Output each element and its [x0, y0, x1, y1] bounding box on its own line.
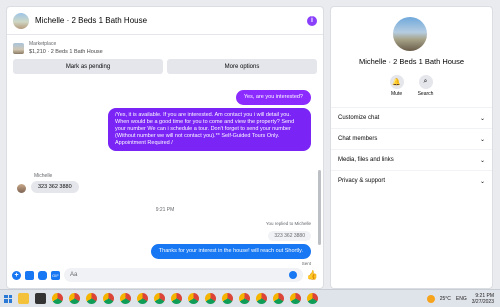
thumbs-up-icon[interactable]: 👍	[307, 270, 318, 281]
message-scrollbar[interactable]	[318, 170, 321, 245]
section-label: Customize chat	[338, 115, 380, 121]
message-input-placeholder: Aa	[70, 272, 78, 278]
weather-icon[interactable]	[426, 294, 435, 303]
chrome-icon[interactable]	[69, 293, 80, 304]
chevron-down-icon: ⌄	[479, 136, 485, 143]
mute-button[interactable]: 🔔 Mute	[389, 75, 404, 97]
plus-icon[interactable]: +	[12, 270, 21, 280]
search-label: Search	[417, 91, 434, 97]
chrome-icon[interactable]	[86, 293, 97, 304]
taskbar: 25°C ENG 9:21 PM 3/27/2023	[0, 289, 500, 307]
message-input[interactable]: Aa	[64, 268, 303, 282]
chrome-icon[interactable]	[307, 293, 318, 304]
sender-name: Michelle	[34, 173, 53, 179]
chrome-icon[interactable]	[222, 293, 233, 304]
incoming-message[interactable]: 323 362 3880	[31, 181, 79, 193]
chat-title[interactable]: Michelle · 2 Beds 1 Bath House	[35, 16, 307, 25]
sender-avatar[interactable]	[17, 184, 26, 193]
search-button[interactable]: ⌕ Search	[417, 75, 434, 97]
gif-icon[interactable]: GIF	[51, 270, 60, 280]
chat-panel: Michelle · 2 Beds 1 Bath House i Marketp…	[6, 6, 324, 289]
listing-source: Marketplace	[29, 41, 57, 47]
info-icon[interactable]: i	[307, 15, 317, 26]
chrome-icon[interactable]	[273, 293, 284, 304]
app-icon[interactable]	[35, 293, 46, 304]
listing-thumbnail	[13, 42, 24, 54]
chrome-icon[interactable]	[120, 293, 131, 304]
chrome-icon[interactable]	[188, 293, 199, 304]
mute-label: Mute	[391, 91, 403, 97]
temperature[interactable]: 25°C	[440, 296, 451, 302]
windows-start-icon[interactable]	[4, 294, 12, 303]
chevron-down-icon: ⌄	[479, 157, 485, 164]
section-privacy-support[interactable]: Privacy & support ⌄	[331, 170, 492, 191]
sticker-icon[interactable]	[38, 270, 47, 280]
reply-indicator: You replied to Michelle	[265, 221, 311, 226]
section-label: Privacy & support	[338, 178, 386, 184]
chevron-down-icon: ⌄	[479, 178, 485, 185]
contact-large-avatar[interactable]	[393, 17, 427, 51]
chat-header: Michelle · 2 Beds 1 Bath House i	[7, 7, 323, 35]
chrome-icon[interactable]	[290, 293, 301, 304]
message-composer: + GIF Aa 👍	[7, 262, 323, 288]
quick-actions: 🔔 Mute ⌕ Search	[331, 75, 492, 97]
listing-name: $1,210 · 2 Beds 1 Bath House	[29, 49, 103, 55]
image-icon[interactable]	[25, 270, 34, 280]
emoji-icon[interactable]	[288, 271, 297, 279]
chrome-icon[interactable]	[256, 293, 267, 304]
chevron-down-icon: ⌄	[479, 115, 485, 122]
message-timestamp: 9:21 PM	[155, 207, 175, 213]
outgoing-message[interactable]: /Yes, it is available. If you are intere…	[108, 108, 311, 151]
listing-actions: Mark as pending More options	[7, 57, 323, 76]
section-label: Media, files and links	[338, 157, 394, 163]
mark-as-pending-button[interactable]: Mark as pending	[13, 59, 163, 74]
contact-avatar[interactable]	[13, 12, 29, 29]
marketplace-listing[interactable]: Marketplace $1,210 · 2 Beds 1 Bath House	[7, 35, 323, 57]
info-sections: Customize chat ⌄ Chat members ⌄ Media, f…	[331, 107, 492, 191]
chrome-icon[interactable]	[137, 293, 148, 304]
clock-time: 9:21 PM	[475, 292, 494, 299]
system-tray: 25°C ENG 9:21 PM 3/27/2023	[426, 293, 500, 305]
more-options-button[interactable]: More options	[167, 59, 317, 74]
chrome-icon[interactable]	[205, 293, 216, 304]
file-explorer-icon[interactable]	[18, 293, 29, 304]
conversation-info-panel: Michelle · 2 Beds 1 Bath House 🔔 Mute ⌕ …	[330, 6, 493, 289]
chrome-icon[interactable]	[171, 293, 182, 304]
clock[interactable]: 9:21 PM 3/27/2023	[472, 293, 494, 305]
chrome-icon[interactable]	[103, 293, 114, 304]
section-media-files-links[interactable]: Media, files and links ⌄	[331, 149, 492, 170]
outgoing-message[interactable]: Thanks for your interest in the house! w…	[150, 244, 311, 259]
search-icon: ⌕	[418, 75, 433, 89]
contact-name: Michelle · 2 Beds 1 Bath House	[358, 57, 465, 66]
chrome-icon[interactable]	[154, 293, 165, 304]
message-list[interactable]: Yes, are you interested? /Yes, it is ava…	[7, 80, 323, 266]
language-indicator[interactable]: ENG	[456, 296, 467, 302]
section-chat-members[interactable]: Chat members ⌄	[331, 128, 492, 149]
section-label: Chat members	[338, 136, 378, 142]
clock-date: 3/27/2023	[471, 298, 494, 305]
quoted-message[interactable]: 323 362 3880	[268, 231, 311, 241]
section-customize-chat[interactable]: Customize chat ⌄	[331, 107, 492, 128]
chrome-icon[interactable]	[239, 293, 250, 304]
chrome-icon[interactable]	[52, 293, 63, 304]
bell-icon: 🔔	[389, 75, 404, 89]
outgoing-message[interactable]: Yes, are you interested?	[235, 90, 311, 105]
